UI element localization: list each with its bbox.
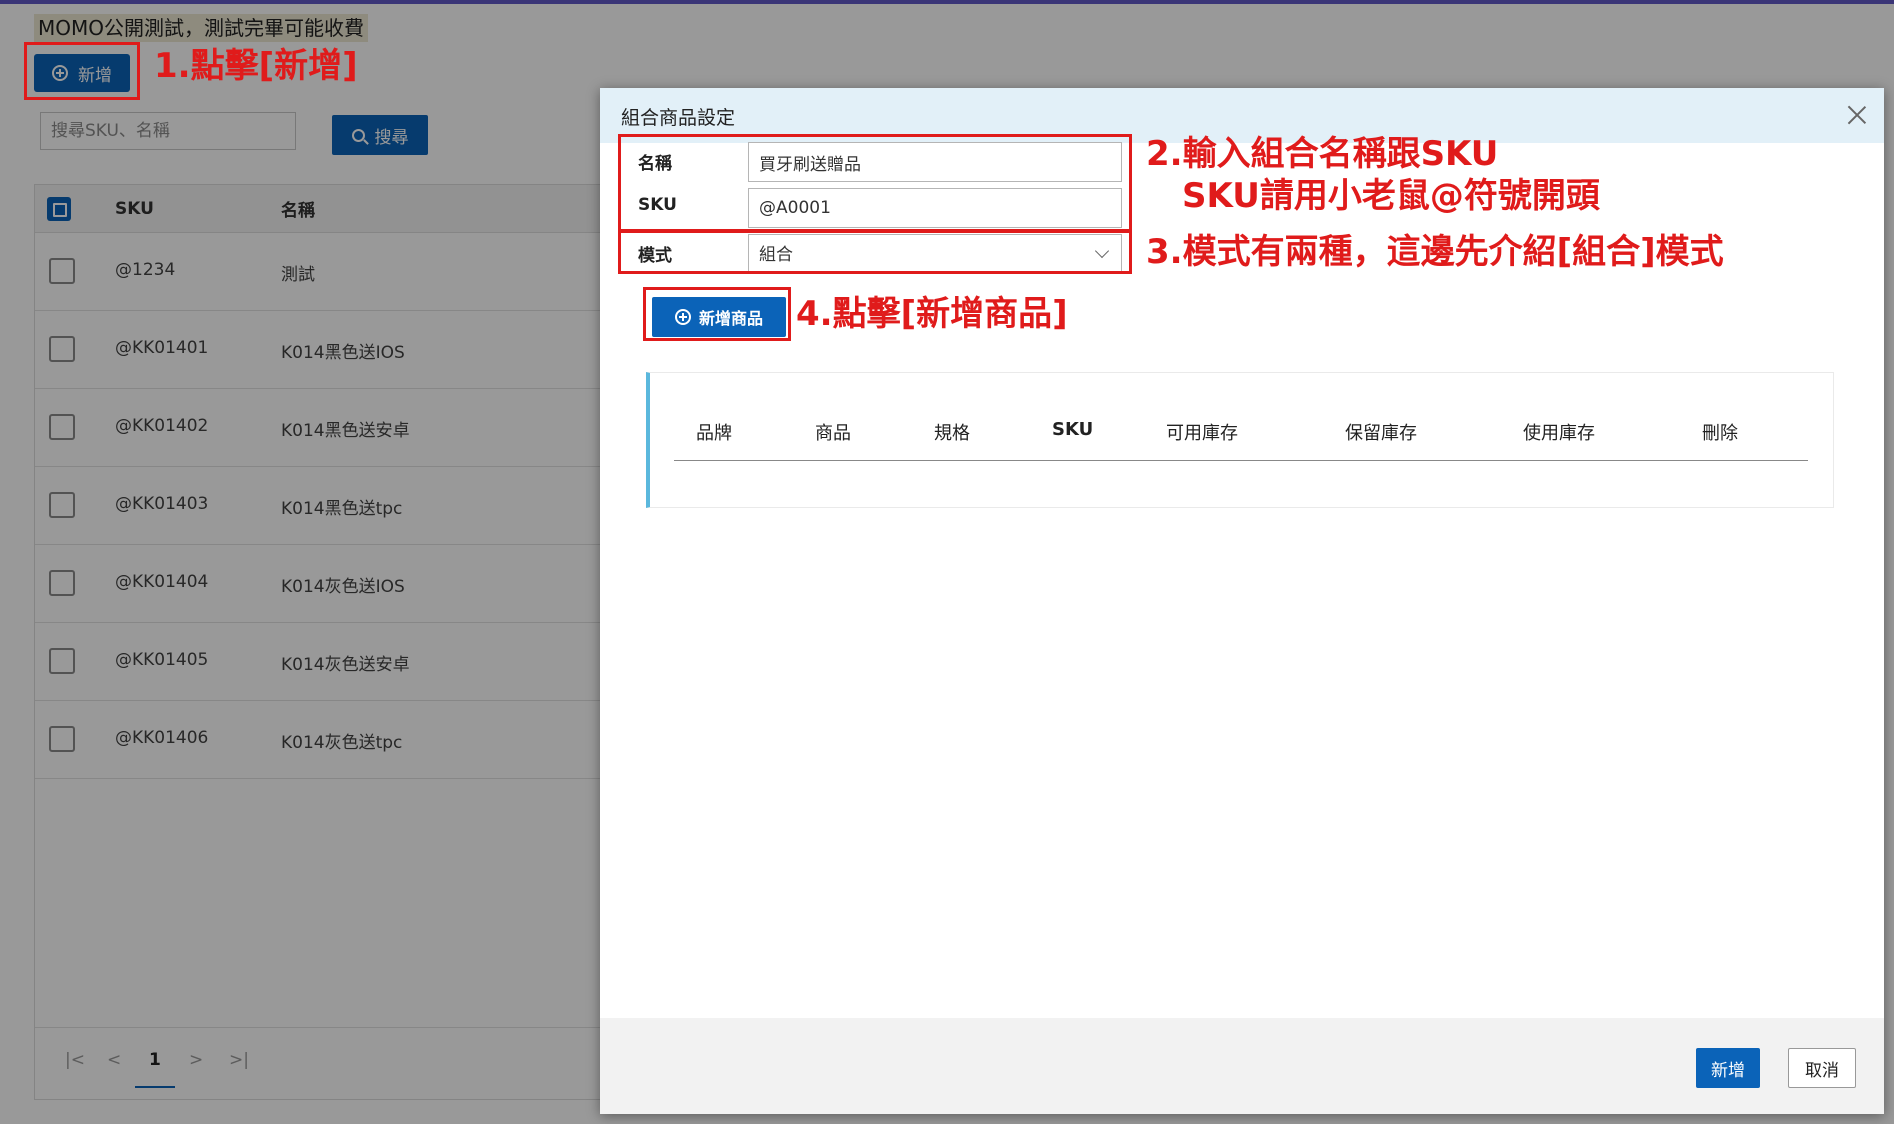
highlight-box-mode [618,230,1132,274]
column-header-spec: 規格 [934,423,970,444]
column-header-brand: 品牌 [696,423,732,444]
highlight-box-add-product [643,287,791,341]
column-header-available-stock: 可用庫存 [1166,423,1238,444]
column-header-delete: 刪除 [1702,423,1738,444]
product-table: 品牌 商品 規格 SKU 可用庫存 保留庫存 使用庫存 刪除 [646,372,1834,508]
cancel-button[interactable]: 取消 [1788,1048,1856,1088]
table-header-divider [674,460,1808,461]
column-header-sku: SKU [1052,419,1094,440]
annotation-step4: 4.點擊[新增商品] [796,294,1068,334]
column-header-reserved-stock: 保留庫存 [1345,423,1417,444]
annotation-step1: 1.點擊[新增] [154,46,358,86]
annotation-step2-line1: 2.輸入組合名稱跟SKU [1146,134,1499,174]
dialog-footer: 新增 取消 [600,1018,1884,1114]
highlight-box-name-sku [618,134,1132,232]
highlight-box-add [24,42,140,100]
annotation-step2-line2: SKU請用小老鼠@符號開頭 [1182,176,1600,216]
annotation-step3: 3.模式有兩種，這邊先介紹[組合]模式 [1146,232,1724,272]
dialog-title: 組合商品設定 [621,107,736,129]
column-header-product: 商品 [815,423,851,444]
column-header-used-stock: 使用庫存 [1523,423,1595,444]
confirm-add-button[interactable]: 新增 [1696,1048,1760,1088]
close-icon[interactable] [1846,104,1868,126]
